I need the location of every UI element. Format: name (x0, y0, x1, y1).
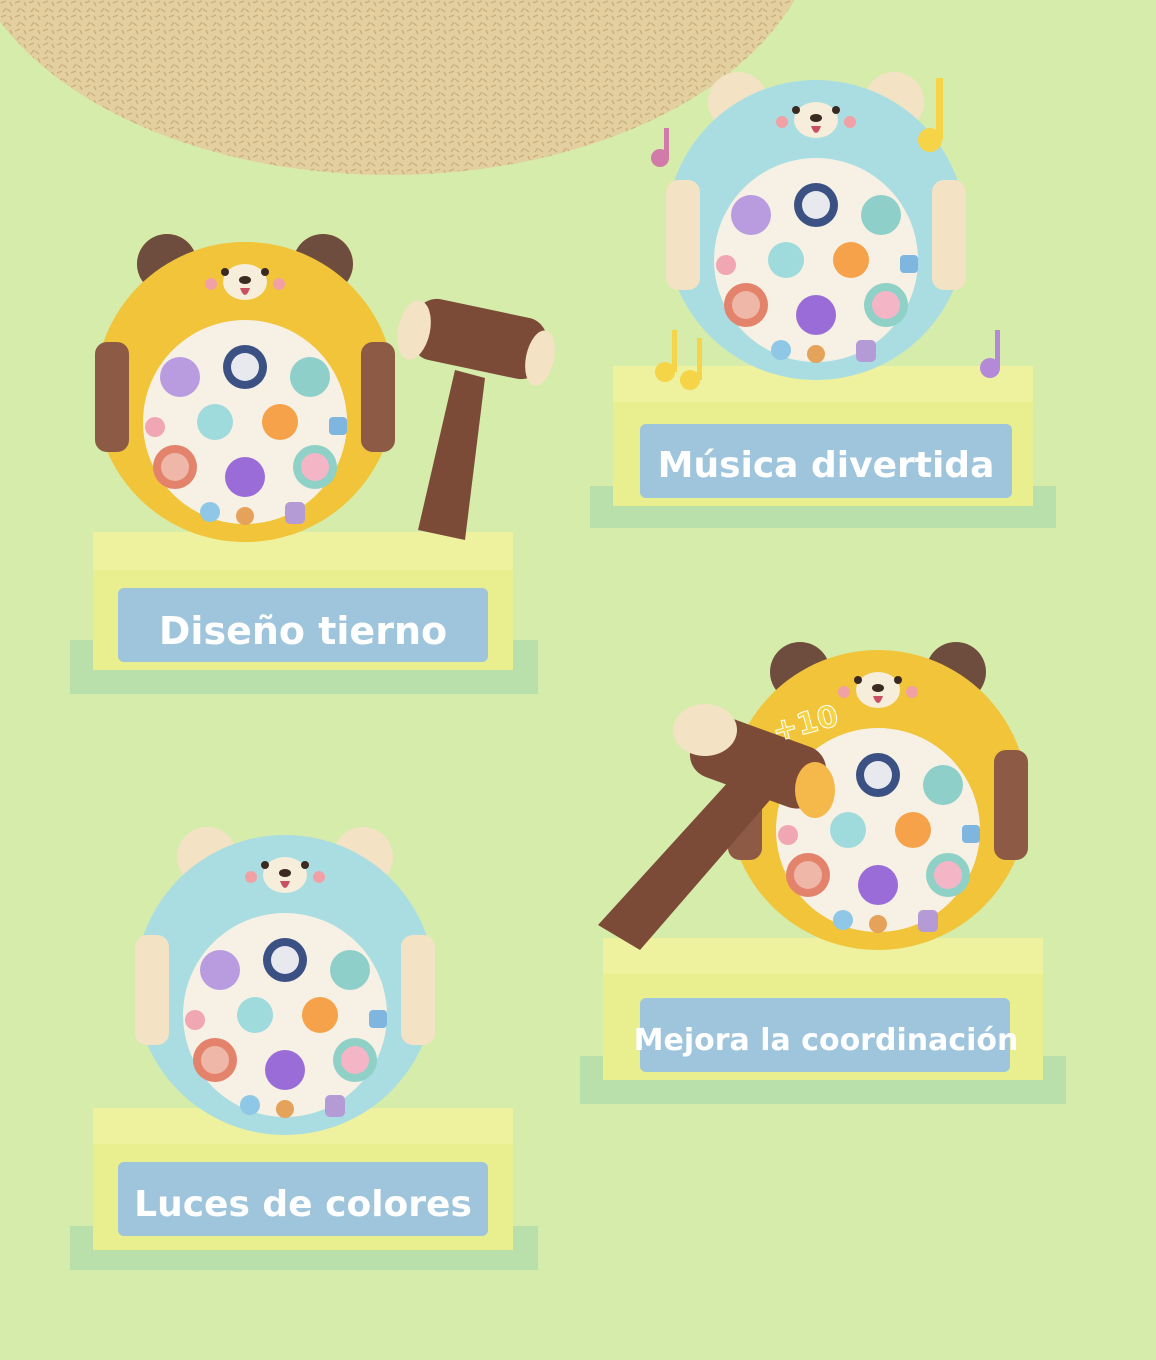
caption-text: Mejora la coordinación (634, 1023, 1019, 1058)
caption-text: Música divertida (658, 445, 995, 486)
pedestal-top (93, 532, 513, 570)
caption-text: Diseño tierno (159, 609, 447, 653)
pedestal-top (603, 938, 1043, 974)
caption-text: Luces de colores (134, 1184, 472, 1225)
